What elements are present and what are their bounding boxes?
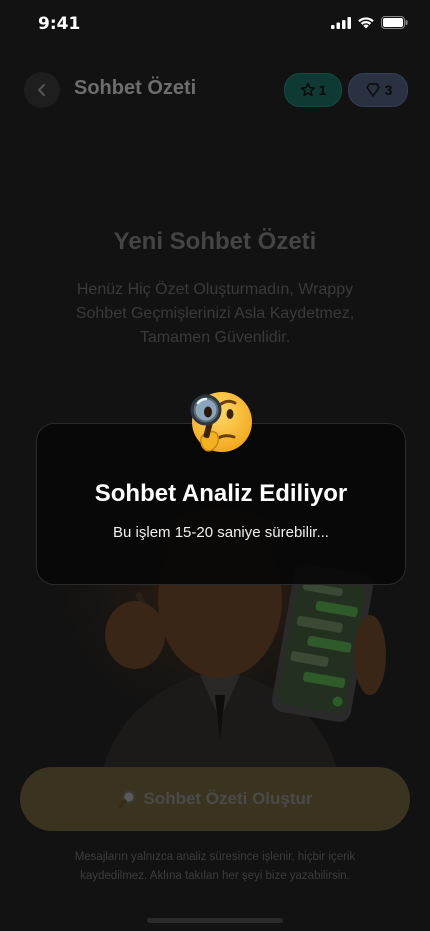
status-icons [331,16,408,29]
empty-state-title: Yeni Sohbet Özeti [113,228,317,255]
gem-icon [365,83,380,97]
status-bar: 9:41 [0,0,430,50]
status-time: 9:41 [38,14,81,34]
privacy-footnote: Mesajların yalnızca analiz süresince işl… [74,851,356,882]
signal-icon [331,16,351,29]
battery-icon [381,16,408,29]
thinking-face-magnifier-icon [190,392,252,452]
screen: 9:41 Sohbet Özeti 1 3 Yeni Sohbet Özeti … [0,0,430,931]
chevron-left-icon [38,84,45,96]
loading-title: Sohbet Analiz Ediliyor [94,480,348,507]
empty-state-description: Henüz Hiç Özet Oluşturmadın, Wrappy Sohb… [75,281,355,346]
header: Sohbet Özeti 1 3 [0,70,430,110]
wifi-icon [358,17,374,29]
magnifier-icon [118,790,136,809]
loading-subtitle: Bu işlem 15-20 saniye sürebilir... [113,524,329,541]
create-summary-label: Sohbet Özeti Oluştur [143,789,313,808]
back-button[interactable] [24,72,60,108]
star-icon [300,82,315,97]
gem-credits-badge[interactable]: 3 [348,73,408,107]
star-count: 1 [318,82,327,98]
home-indicator [147,918,283,923]
star-credits-badge[interactable]: 1 [284,73,342,107]
create-summary-button[interactable]: Sohbet Özeti Oluştur [20,767,410,831]
page-title: Sohbet Özeti [74,77,197,99]
gem-count: 3 [384,82,393,98]
